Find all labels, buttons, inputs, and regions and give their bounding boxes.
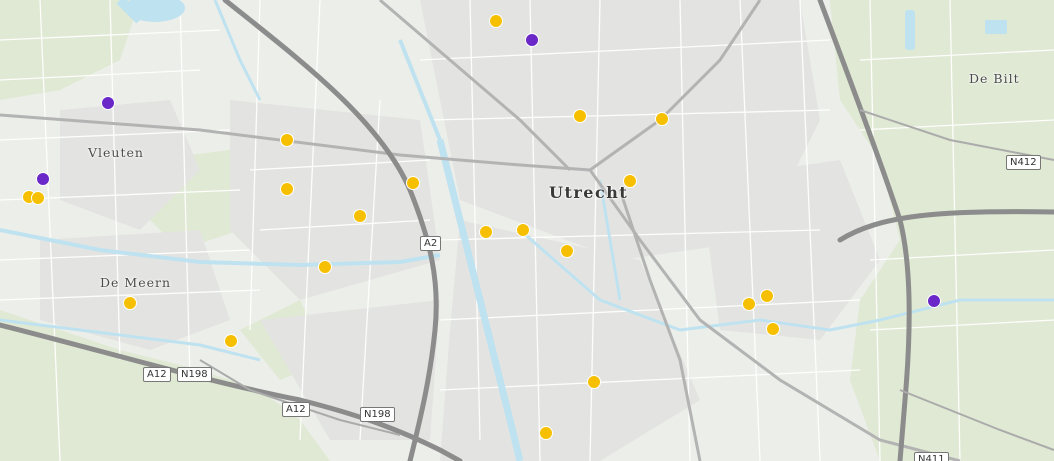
yellow-marker[interactable] bbox=[760, 289, 774, 303]
yellow-marker[interactable] bbox=[539, 426, 553, 440]
road-shield-n412: N412 bbox=[1006, 155, 1041, 170]
yellow-marker[interactable] bbox=[516, 223, 530, 237]
yellow-marker[interactable] bbox=[573, 109, 587, 123]
basemap bbox=[0, 0, 1054, 461]
yellow-marker[interactable] bbox=[353, 209, 367, 223]
place-label-vleuten: Vleuten bbox=[88, 145, 144, 160]
yellow-marker[interactable] bbox=[280, 133, 294, 147]
road-shield-a12: A12 bbox=[282, 402, 310, 417]
yellow-marker[interactable] bbox=[318, 260, 332, 274]
yellow-marker[interactable] bbox=[31, 191, 45, 205]
yellow-marker[interactable] bbox=[587, 375, 601, 389]
yellow-marker[interactable] bbox=[123, 296, 137, 310]
yellow-marker[interactable] bbox=[280, 182, 294, 196]
yellow-marker[interactable] bbox=[224, 334, 238, 348]
yellow-marker[interactable] bbox=[560, 244, 574, 258]
road-shield-n411: N411 bbox=[914, 452, 949, 461]
yellow-marker[interactable] bbox=[406, 176, 420, 190]
road-shield-a12: A12 bbox=[143, 367, 171, 382]
place-label-utrecht: Utrecht bbox=[549, 183, 629, 202]
yellow-marker[interactable] bbox=[742, 297, 756, 311]
purple-marker[interactable] bbox=[525, 33, 539, 47]
purple-marker[interactable] bbox=[927, 294, 941, 308]
yellow-marker[interactable] bbox=[766, 322, 780, 336]
purple-marker[interactable] bbox=[36, 172, 50, 186]
yellow-marker[interactable] bbox=[479, 225, 493, 239]
map-canvas[interactable]: Utrecht Vleuten De Meern De Bilt A2 A12 … bbox=[0, 0, 1054, 461]
place-label-de-meern: De Meern bbox=[100, 275, 172, 290]
road-shield-n198: N198 bbox=[177, 367, 212, 382]
purple-marker[interactable] bbox=[101, 96, 115, 110]
place-label-de-bilt: De Bilt bbox=[969, 71, 1020, 86]
yellow-marker[interactable] bbox=[655, 112, 669, 126]
road-shield-n198: N198 bbox=[360, 407, 395, 422]
road-shield-a2: A2 bbox=[420, 236, 442, 251]
yellow-marker[interactable] bbox=[489, 14, 503, 28]
